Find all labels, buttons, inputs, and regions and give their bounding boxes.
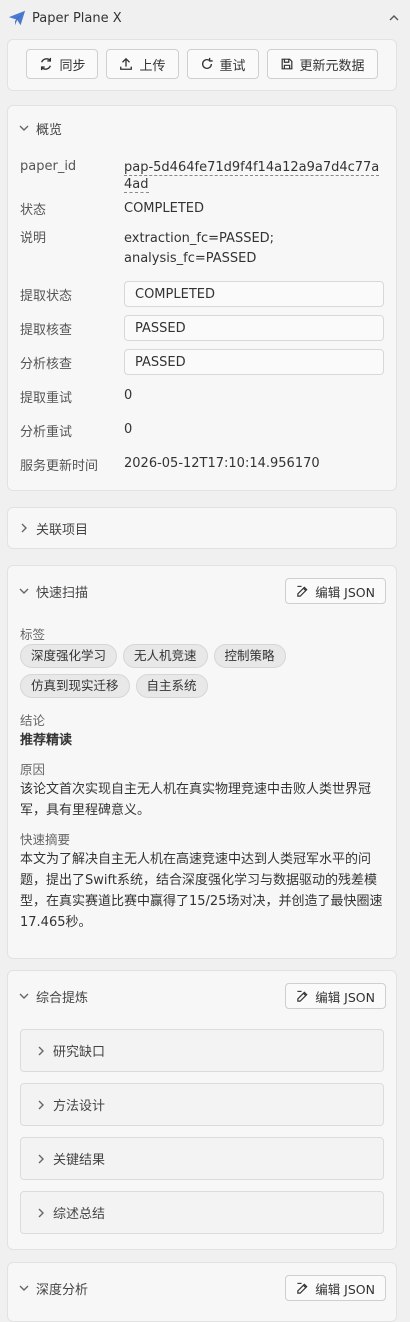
chevron-right-icon bbox=[38, 1100, 44, 1109]
value-paper-id[interactable]: pap-5d464fe71d9f4f14a12a9a7d4c77a4ad bbox=[124, 160, 380, 193]
sync-icon bbox=[41, 57, 52, 71]
toolbar-card: 同步 上传 重试 更新元数据 bbox=[7, 39, 397, 91]
sync-button[interactable]: 同步 bbox=[26, 49, 99, 79]
edit-icon bbox=[297, 1282, 308, 1294]
edit-icon bbox=[297, 990, 308, 1002]
subsection-label: 方法设计 bbox=[53, 1099, 106, 1114]
conclusion-label: 结论 bbox=[20, 713, 46, 728]
quick-scan-title: 快速扫描 bbox=[36, 585, 89, 601]
overview-header[interactable]: 概览 bbox=[8, 106, 396, 150]
label-service-updated: 服务更新时间 bbox=[20, 458, 99, 474]
reason-label: 原因 bbox=[20, 762, 46, 777]
field-analysis-check[interactable]: PASSED bbox=[124, 349, 384, 375]
synthesis-header[interactable]: 综合提炼 编辑 JSON bbox=[8, 971, 396, 1021]
chevron-down-icon bbox=[19, 125, 29, 131]
chevron-up-icon[interactable] bbox=[386, 10, 402, 26]
paper-plane-icon bbox=[8, 10, 26, 26]
edit-json-label: 编辑 JSON bbox=[315, 1281, 375, 1297]
row-extraction-status: 提取状态 COMPLETED bbox=[8, 277, 396, 311]
subsection-key-results[interactable]: 关键结果 bbox=[20, 1137, 384, 1180]
deep-analysis-card: 深度分析 编辑 JSON bbox=[7, 1262, 397, 1322]
synthesis-edit-json-button[interactable]: 编辑 JSON bbox=[285, 983, 386, 1009]
label-extraction-retries: 提取重试 bbox=[20, 390, 73, 406]
subsection-label: 综述总结 bbox=[53, 1207, 106, 1222]
overview-card: 概览 paper_id pap-5d464fe71d9f4f14a12a9a7d… bbox=[7, 105, 397, 491]
chevron-right-icon bbox=[38, 1208, 44, 1217]
value-analysis-retries: 0 bbox=[124, 422, 133, 437]
tag-chip[interactable]: 无人机竞速 bbox=[123, 644, 208, 668]
row-analysis-check: 分析核查 PASSED bbox=[8, 345, 396, 379]
quick-scan-header[interactable]: 快速扫描 编辑 JSON bbox=[8, 566, 396, 616]
related-card: 关联项目 bbox=[7, 507, 397, 549]
retry-icon bbox=[201, 57, 213, 70]
quick-scan-card: 快速扫描 编辑 JSON 标签 深度强化学习 无人机竞速 控制策略 仿真到现实迁… bbox=[7, 565, 397, 959]
update-metadata-label: 更新元数据 bbox=[299, 58, 365, 74]
upload-button[interactable]: 上传 bbox=[106, 49, 179, 79]
update-metadata-button[interactable]: 更新元数据 bbox=[266, 49, 378, 79]
edit-json-label: 编辑 JSON bbox=[315, 584, 375, 600]
synthesis-title: 综合提炼 bbox=[36, 990, 89, 1006]
chevron-down-icon bbox=[19, 588, 29, 594]
related-title: 关联项目 bbox=[36, 522, 89, 538]
tag-list: 深度强化学习 无人机竞速 控制策略 仿真到现实迁移 自主系统 bbox=[8, 644, 396, 698]
label-analysis-check: 分析核查 bbox=[20, 356, 73, 372]
chevron-right-icon bbox=[38, 1154, 44, 1163]
overview-title: 概览 bbox=[36, 122, 63, 138]
deep-analysis-header[interactable]: 深度分析 编辑 JSON bbox=[8, 1263, 396, 1313]
label-status: 状态 bbox=[20, 203, 47, 218]
synthesis-card: 综合提炼 编辑 JSON 研究缺口 方法设计 关键结果 综述总结 bbox=[7, 970, 397, 1250]
subsection-research-gap[interactable]: 研究缺口 bbox=[20, 1029, 384, 1072]
tag-chip[interactable]: 仿真到现实迁移 bbox=[20, 674, 130, 698]
app-title: Paper Plane X bbox=[32, 10, 122, 26]
row-service-updated: 服务更新时间 2026-05-12T17:10:14.956170 bbox=[8, 447, 396, 481]
related-header[interactable]: 关联项目 bbox=[8, 508, 396, 548]
chevron-right-icon bbox=[21, 523, 27, 533]
chevron-down-icon bbox=[19, 1285, 29, 1291]
row-paper-id: paper_id pap-5d464fe71d9f4f14a12a9a7d4c7… bbox=[8, 159, 396, 199]
field-extraction-status[interactable]: COMPLETED bbox=[124, 281, 384, 307]
summary-value: 本文为了解决自主无人机在高速竞速中达到人类冠军水平的问题，提出了Swift系统，… bbox=[20, 852, 383, 930]
conclusion-value: 推荐精读 bbox=[20, 733, 73, 748]
value-status: COMPLETED bbox=[124, 201, 204, 216]
subsection-label: 关键结果 bbox=[53, 1153, 106, 1168]
retry-button[interactable]: 重试 bbox=[186, 49, 259, 79]
subsection-label: 研究缺口 bbox=[53, 1045, 106, 1060]
tag-chip[interactable]: 深度强化学习 bbox=[20, 644, 118, 668]
row-description: 说明 extraction_fc=PASSED; analysis_fc=PAS… bbox=[8, 229, 396, 277]
tag-chip[interactable]: 自主系统 bbox=[135, 674, 208, 698]
edit-json-label: 编辑 JSON bbox=[315, 989, 375, 1005]
label-description: 说明 bbox=[20, 231, 47, 246]
reason-value: 该论文首次实现自主无人机在真实物理竞速中击败人类世界冠军，具有里程碑意义。 bbox=[20, 782, 372, 818]
deep-analysis-edit-json-button[interactable]: 编辑 JSON bbox=[285, 1275, 386, 1301]
value-service-updated: 2026-05-12T17:10:14.956170 bbox=[124, 456, 320, 471]
retry-label: 重试 bbox=[219, 58, 246, 74]
deep-analysis-title: 深度分析 bbox=[36, 1282, 89, 1298]
chevron-down-icon bbox=[19, 993, 29, 999]
row-extraction-retries: 提取重试 0 bbox=[8, 379, 396, 413]
upload-icon bbox=[120, 57, 133, 70]
row-extraction-check: 提取核查 PASSED bbox=[8, 311, 396, 345]
label-extraction-status: 提取状态 bbox=[20, 288, 73, 304]
save-icon bbox=[281, 58, 292, 70]
row-analysis-retries: 分析重试 0 bbox=[8, 413, 396, 447]
sync-label: 同步 bbox=[59, 58, 86, 74]
title-bar: Paper Plane X bbox=[0, 0, 410, 36]
subsection-method-design[interactable]: 方法设计 bbox=[20, 1083, 384, 1126]
label-paper-id: paper_id bbox=[20, 159, 77, 174]
label-extraction-check: 提取核查 bbox=[20, 322, 73, 338]
row-status: 状态 COMPLETED bbox=[8, 199, 396, 229]
upload-label: 上传 bbox=[139, 58, 166, 74]
field-extraction-check[interactable]: PASSED bbox=[124, 315, 384, 341]
tag-chip[interactable]: 控制策略 bbox=[213, 644, 286, 668]
value-extraction-retries: 0 bbox=[124, 388, 133, 403]
chevron-right-icon bbox=[38, 1046, 44, 1055]
value-description: extraction_fc=PASSED; analysis_fc=PASSED bbox=[124, 231, 275, 266]
quick-scan-edit-json-button[interactable]: 编辑 JSON bbox=[285, 578, 386, 604]
label-analysis-retries: 分析重试 bbox=[20, 424, 73, 440]
edit-icon bbox=[297, 585, 308, 597]
tags-label: 标签 bbox=[20, 627, 46, 642]
subsection-review-summary[interactable]: 综述总结 bbox=[20, 1191, 384, 1234]
summary-label: 快速摘要 bbox=[20, 832, 71, 847]
